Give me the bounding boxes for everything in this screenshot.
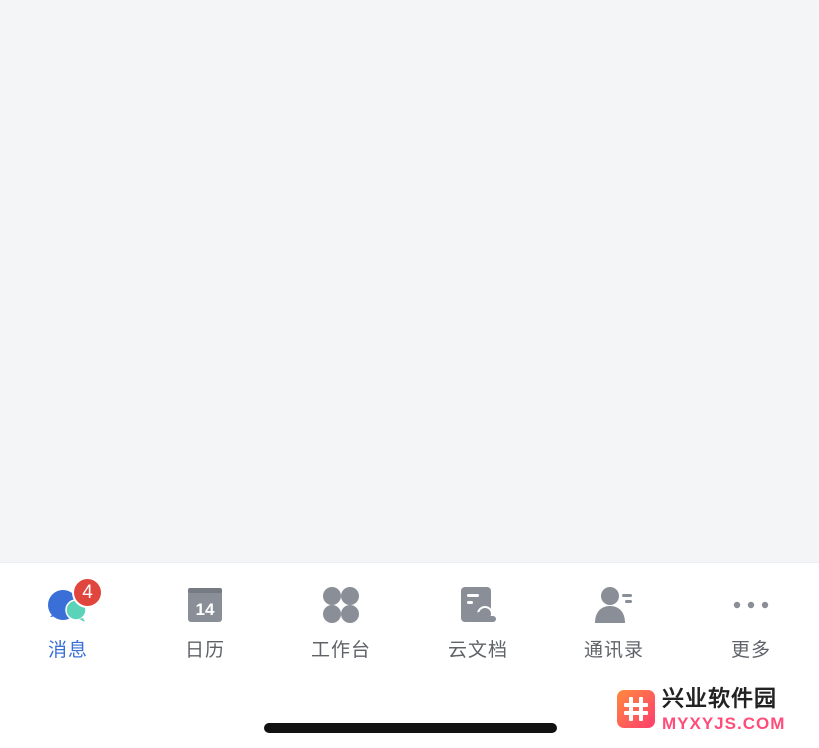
tab-cloud-docs[interactable]: 云文档 xyxy=(410,583,546,673)
chat-bubbles-icon: 4 xyxy=(46,577,103,627)
watermark-logo-icon xyxy=(617,690,655,728)
home-indicator[interactable] xyxy=(264,723,557,733)
calendar-date-text: 14 xyxy=(196,600,215,619)
tab-label: 消息 xyxy=(47,639,88,661)
tab-label: 日历 xyxy=(184,639,225,661)
tab-calendar[interactable]: 14 日历 xyxy=(137,583,273,673)
watermark-title: 兴业软件园 xyxy=(662,687,778,712)
tab-more[interactable]: 更多 xyxy=(683,583,819,673)
calendar-icon: 14 xyxy=(183,583,227,627)
tab-label: 更多 xyxy=(730,639,771,661)
tab-label: 工作台 xyxy=(310,639,371,661)
tab-label: 通讯录 xyxy=(583,639,644,661)
contacts-icon xyxy=(592,583,636,627)
tab-label: 云文档 xyxy=(447,639,508,661)
unread-badge: 4 xyxy=(72,577,103,608)
tab-workbench[interactable]: 工作台 xyxy=(273,583,409,673)
tab-messages[interactable]: 4 消息 xyxy=(0,577,136,673)
tab-contacts[interactable]: 通讯录 xyxy=(546,583,682,673)
cloud-document-icon xyxy=(456,583,500,627)
watermark-subtitle: MYXYJS.COM xyxy=(662,714,786,733)
watermark: 兴业软件园 MYXYJS.COM xyxy=(614,686,814,742)
workbench-grid-icon xyxy=(319,583,363,627)
main-content-area xyxy=(0,0,819,562)
more-dots-icon xyxy=(729,583,773,627)
